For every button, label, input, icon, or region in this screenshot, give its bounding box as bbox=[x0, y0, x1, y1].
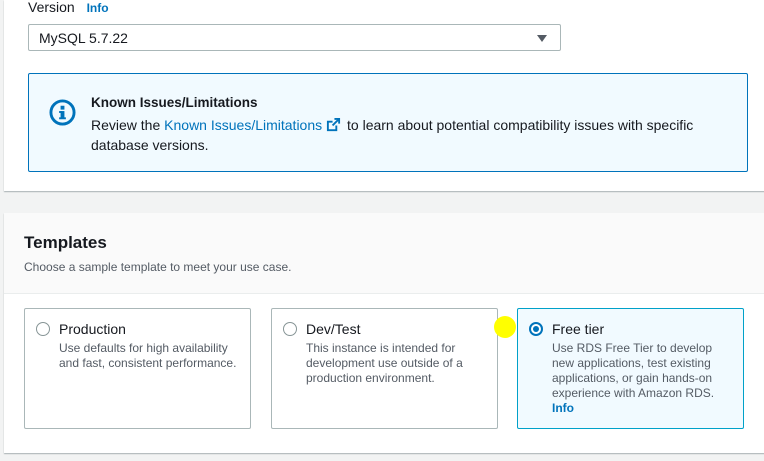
free-tier-description: Use RDS Free Tier to develop new applica… bbox=[552, 341, 715, 400]
known-issues-alert: Known Issues/Limitations Review the Know… bbox=[28, 73, 748, 172]
free-tier-description-block: Use RDS Free Tier to develop new applica… bbox=[552, 341, 732, 416]
production-title: Production bbox=[59, 321, 126, 337]
alert-body-prefix: Review the bbox=[91, 117, 165, 133]
dev-test-title: Dev/Test bbox=[306, 321, 361, 337]
free-tier-info-link[interactable]: Info bbox=[552, 401, 732, 416]
templates-header bbox=[4, 213, 764, 294]
template-tile-free-tier[interactable]: Free tier Use RDS Free Tier to develop n… bbox=[517, 308, 744, 429]
version-select[interactable]: MySQL 5.7.22 bbox=[28, 24, 561, 51]
info-circle-icon bbox=[49, 99, 76, 126]
production-description: Use defaults for high availability and f… bbox=[59, 341, 237, 370]
cursor-highlight bbox=[494, 316, 516, 338]
caret-down-icon bbox=[537, 35, 547, 42]
version-select-value: MySQL 5.7.22 bbox=[39, 30, 128, 46]
template-tile-production[interactable]: Production Use defaults for high availab… bbox=[24, 308, 251, 429]
dev-test-description: This instance is intended for developmen… bbox=[306, 341, 463, 385]
engine-options-panel: Version Info MySQL 5.7.22 Known Issues/L… bbox=[4, 0, 764, 191]
templates-panel: Templates Choose a sample template to me… bbox=[4, 213, 764, 453]
version-info-link[interactable]: Info bbox=[87, 1, 109, 15]
alert-title: Known Issues/Limitations bbox=[91, 95, 258, 110]
templates-title: Templates bbox=[24, 233, 107, 252]
external-link-icon[interactable] bbox=[326, 117, 341, 132]
version-label: Version Info bbox=[28, 0, 109, 15]
version-label-text: Version bbox=[28, 0, 75, 15]
known-issues-link[interactable]: Known Issues/Limitations bbox=[164, 117, 322, 133]
templates-description: Choose a sample template to meet your us… bbox=[24, 260, 292, 274]
free-tier-title: Free tier bbox=[552, 321, 605, 337]
alert-body: Review the Known Issues/Limitations to l… bbox=[91, 115, 731, 155]
template-tile-dev-test[interactable]: Dev/Test This instance is intended for d… bbox=[271, 308, 498, 429]
production-radio[interactable] bbox=[36, 322, 50, 336]
free-tier-radio[interactable] bbox=[529, 322, 543, 336]
dev-test-radio[interactable] bbox=[283, 322, 297, 336]
